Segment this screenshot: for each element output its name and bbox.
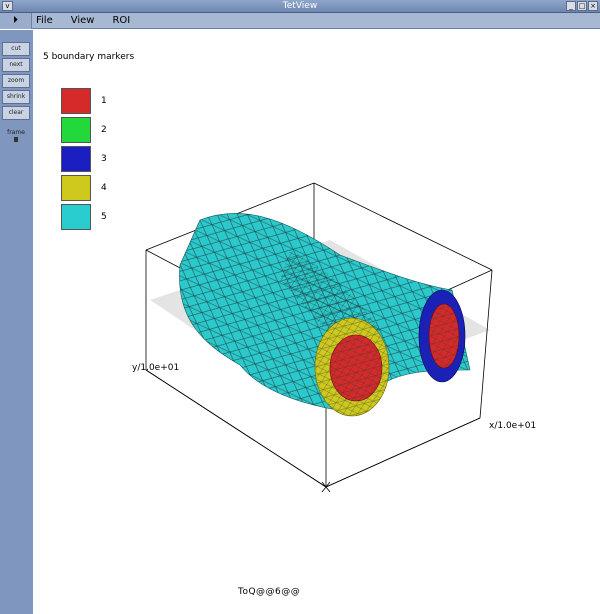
render-viewport[interactable]: 5 boundary markers 1 2 3 4 5 y/1.0e+01 x… [33,30,600,614]
clear-button[interactable]: clear [2,106,30,120]
minimize-icon[interactable]: _ [566,1,576,11]
menu-bar: ⏵ File View ROI [0,13,600,29]
y-axis-label: y/1.0e+01 [132,363,179,373]
menu-file[interactable]: File [36,13,53,29]
next-button[interactable]: next [2,58,30,72]
menu-view[interactable]: View [71,13,95,29]
window-title: TetView [282,1,318,11]
slider-handle[interactable] [14,137,18,142]
back-inner-mesh [429,304,459,368]
shrink-button[interactable]: shrink [2,90,30,104]
frame-slider-label: frame [7,129,25,136]
maximize-icon[interactable]: □ [577,1,587,11]
menu-roi[interactable]: ROI [112,13,130,29]
mesh-scene[interactable]: y/1.0e+01 x/1.0e+01 [33,30,600,614]
cut-button[interactable]: cut [2,42,30,56]
status-footer: ToQ@@6@@ [238,587,301,597]
play-icon[interactable]: ⏵ [0,13,32,29]
close-icon[interactable]: × [588,1,598,11]
tool-sidebar: cut next zoom shrink clear frame [0,30,33,614]
frame-slider[interactable]: frame [2,128,30,142]
title-bar: v TetView _ □ × [0,0,600,13]
zoom-button[interactable]: zoom [2,74,30,88]
x-axis-label: x/1.0e+01 [489,421,536,431]
front-inner-mesh [330,335,382,401]
